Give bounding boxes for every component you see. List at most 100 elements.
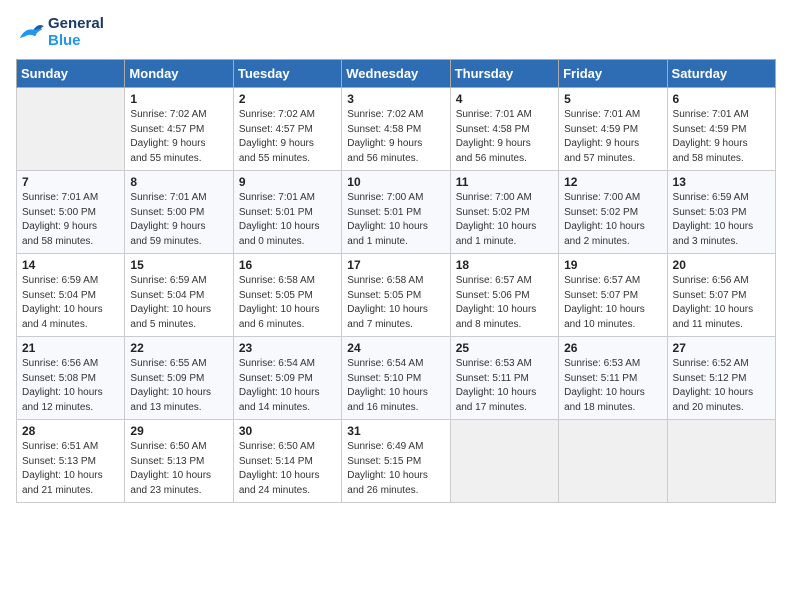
- calendar-cell: [667, 420, 775, 503]
- day-number: 7: [22, 175, 119, 189]
- calendar-cell: 9 Sunrise: 7:01 AM Sunset: 5:01 PM Daylig…: [233, 171, 341, 254]
- calendar-cell: 14 Sunrise: 6:59 AM Sunset: 5:04 PM Dayli…: [17, 254, 125, 337]
- day-info: Sunrise: 6:58 AM Sunset: 5:05 PM Dayligh…: [239, 274, 336, 332]
- day-info: Sunrise: 6:59 AM Sunset: 5:04 PM Dayligh…: [130, 274, 227, 332]
- day-info: Sunrise: 7:02 AM Sunset: 4:57 PM Dayligh…: [239, 108, 336, 166]
- calendar-cell: 21 Sunrise: 6:56 AM Sunset: 5:08 PM Dayli…: [17, 337, 125, 420]
- calendar-cell: 1Sunrise: 7:02 AM Sunset: 4:57 PM Daylig…: [125, 88, 233, 171]
- day-number: 28: [22, 424, 119, 438]
- day-number: 17: [347, 258, 444, 272]
- day-info: Sunrise: 7:00 AM Sunset: 5:02 PM Dayligh…: [456, 191, 553, 249]
- day-info: Sunrise: 7:00 AM Sunset: 5:02 PM Dayligh…: [564, 191, 661, 249]
- day-number: 4: [456, 92, 553, 106]
- day-number: 10: [347, 175, 444, 189]
- day-info: Sunrise: 7:01 AM Sunset: 5:00 PM Dayligh…: [130, 191, 227, 249]
- day-number: 23: [239, 341, 336, 355]
- calendar-cell: [559, 420, 667, 503]
- calendar-header-thursday: Thursday: [450, 60, 558, 88]
- calendar-header-friday: Friday: [559, 60, 667, 88]
- day-info: Sunrise: 6:54 AM Sunset: 5:09 PM Dayligh…: [239, 357, 336, 415]
- day-info: Sunrise: 6:57 AM Sunset: 5:06 PM Dayligh…: [456, 274, 553, 332]
- day-number: 1: [130, 92, 227, 106]
- calendar-cell: 31Sunrise: 6:49 AM Sunset: 5:15 PM Dayli…: [342, 420, 450, 503]
- day-info: Sunrise: 6:56 AM Sunset: 5:08 PM Dayligh…: [22, 357, 119, 415]
- calendar-header-sunday: Sunday: [17, 60, 125, 88]
- day-number: 16: [239, 258, 336, 272]
- calendar-header-wednesday: Wednesday: [342, 60, 450, 88]
- calendar-cell: 12Sunrise: 7:00 AM Sunset: 5:02 PM Dayli…: [559, 171, 667, 254]
- calendar-cell: 25 Sunrise: 6:53 AM Sunset: 5:11 PM Dayli…: [450, 337, 558, 420]
- calendar-cell: 30 Sunrise: 6:50 AM Sunset: 5:14 PM Dayli…: [233, 420, 341, 503]
- calendar-cell: 19 Sunrise: 6:57 AM Sunset: 5:07 PM Dayli…: [559, 254, 667, 337]
- calendar-table: SundayMondayTuesdayWednesdayThursdayFrid…: [16, 59, 776, 503]
- day-number: 8: [130, 175, 227, 189]
- calendar-cell: 3 Sunrise: 7:02 AM Sunset: 4:58 PM Daylig…: [342, 88, 450, 171]
- day-info: Sunrise: 7:01 AM Sunset: 5:00 PM Dayligh…: [22, 191, 119, 249]
- calendar-header-monday: Monday: [125, 60, 233, 88]
- day-info: Sunrise: 6:58 AM Sunset: 5:05 PM Dayligh…: [347, 274, 444, 332]
- calendar-cell: 18Sunrise: 6:57 AM Sunset: 5:06 PM Dayli…: [450, 254, 558, 337]
- day-info: Sunrise: 7:01 AM Sunset: 4:59 PM Dayligh…: [564, 108, 661, 166]
- calendar-header-row: SundayMondayTuesdayWednesdayThursdayFrid…: [17, 60, 776, 88]
- day-number: 26: [564, 341, 661, 355]
- day-number: 19: [564, 258, 661, 272]
- calendar-week-1: 1 Sunrise: 7:02 AM Sunset: 4:57 PM Daylig…: [17, 88, 776, 171]
- calendar-cell: 10 Sunrise: 7:00 AM Sunset: 5:01 PM Dayli…: [342, 171, 450, 254]
- calendar-cell: 17 Sunrise: 6:58 AM Sunset: 5:05 PM Dayli…: [342, 254, 450, 337]
- calendar-cell: 11 Sunrise: 7:00 AM Sunset: 5:02 PM Dayli…: [450, 171, 558, 254]
- day-info: Sunrise: 7:01 AM Sunset: 4:59 PM Dayligh…: [673, 108, 770, 166]
- day-number: 3: [347, 92, 444, 106]
- day-info: Sunrise: 6:59 AM Sunset: 5:03 PM Dayligh…: [673, 191, 770, 249]
- day-number: 2: [239, 92, 336, 106]
- calendar-cell: 22Sunrise: 6:55 AM Sunset: 5:09 PM Dayli…: [125, 337, 233, 420]
- day-info: Sunrise: 6:51 AM Sunset: 5:13 PM Dayligh…: [22, 440, 119, 498]
- logo: General Blue: [16, 16, 104, 49]
- day-info: Sunrise: 7:00 AM Sunset: 5:01 PM Dayligh…: [347, 191, 444, 249]
- day-number: 5: [564, 92, 661, 106]
- day-info: Sunrise: 6:53 AM Sunset: 5:11 PM Dayligh…: [564, 357, 661, 415]
- calendar-cell: 7 Sunrise: 7:01 AM Sunset: 5:00 PM Daylig…: [17, 171, 125, 254]
- day-info: Sunrise: 6:50 AM Sunset: 5:14 PM Dayligh…: [239, 440, 336, 498]
- calendar-week-5: 28 Sunrise: 6:51 AM Sunset: 5:13 PM Dayli…: [17, 420, 776, 503]
- day-number: 27: [673, 341, 770, 355]
- calendar-cell: 16 Sunrise: 6:58 AM Sunset: 5:05 PM Dayli…: [233, 254, 341, 337]
- calendar-cell: 5 Sunrise: 7:01 AM Sunset: 4:59 PM Daylig…: [559, 88, 667, 171]
- logo-text: General Blue: [48, 16, 104, 49]
- calendar-cell: 27 Sunrise: 6:52 AM Sunset: 5:12 PM Dayli…: [667, 337, 775, 420]
- calendar-cell: 15 Sunrise: 6:59 AM Sunset: 5:04 PM Dayli…: [125, 254, 233, 337]
- day-number: 30: [239, 424, 336, 438]
- calendar-week-2: 7 Sunrise: 7:01 AM Sunset: 5:00 PM Daylig…: [17, 171, 776, 254]
- calendar-week-4: 21 Sunrise: 6:56 AM Sunset: 5:08 PM Dayli…: [17, 337, 776, 420]
- calendar-cell: [17, 88, 125, 171]
- day-info: Sunrise: 6:59 AM Sunset: 5:04 PM Dayligh…: [22, 274, 119, 332]
- day-number: 14: [22, 258, 119, 272]
- calendar-cell: 2 Sunrise: 7:02 AM Sunset: 4:57 PM Daylig…: [233, 88, 341, 171]
- day-info: Sunrise: 6:53 AM Sunset: 5:11 PM Dayligh…: [456, 357, 553, 415]
- calendar-cell: 4 Sunrise: 7:01 AM Sunset: 4:58 PM Daylig…: [450, 88, 558, 171]
- day-number: 15: [130, 258, 227, 272]
- day-number: 13: [673, 175, 770, 189]
- calendar-header-saturday: Saturday: [667, 60, 775, 88]
- day-number: 11: [456, 175, 553, 189]
- day-info: Sunrise: 6:54 AM Sunset: 5:10 PM Dayligh…: [347, 357, 444, 415]
- day-number: 21: [22, 341, 119, 355]
- calendar-cell: 20Sunrise: 6:56 AM Sunset: 5:07 PM Dayli…: [667, 254, 775, 337]
- day-info: Sunrise: 7:01 AM Sunset: 4:58 PM Dayligh…: [456, 108, 553, 166]
- day-info: Sunrise: 7:02 AM Sunset: 4:58 PM Dayligh…: [347, 108, 444, 166]
- calendar-cell: 6Sunrise: 7:01 AM Sunset: 4:59 PM Daylig…: [667, 88, 775, 171]
- logo-bird-icon: [16, 21, 44, 45]
- day-info: Sunrise: 6:49 AM Sunset: 5:15 PM Dayligh…: [347, 440, 444, 498]
- calendar-cell: 26 Sunrise: 6:53 AM Sunset: 5:11 PM Dayli…: [559, 337, 667, 420]
- day-number: 9: [239, 175, 336, 189]
- calendar-cell: 13 Sunrise: 6:59 AM Sunset: 5:03 PM Dayli…: [667, 171, 775, 254]
- calendar-week-3: 14 Sunrise: 6:59 AM Sunset: 5:04 PM Dayli…: [17, 254, 776, 337]
- calendar-cell: 28 Sunrise: 6:51 AM Sunset: 5:13 PM Dayli…: [17, 420, 125, 503]
- day-info: Sunrise: 7:01 AM Sunset: 5:01 PM Dayligh…: [239, 191, 336, 249]
- page-header: General Blue: [16, 16, 776, 49]
- calendar-cell: [450, 420, 558, 503]
- day-number: 25: [456, 341, 553, 355]
- day-number: 24: [347, 341, 444, 355]
- day-info: Sunrise: 6:52 AM Sunset: 5:12 PM Dayligh…: [673, 357, 770, 415]
- day-info: Sunrise: 6:57 AM Sunset: 5:07 PM Dayligh…: [564, 274, 661, 332]
- day-number: 22: [130, 341, 227, 355]
